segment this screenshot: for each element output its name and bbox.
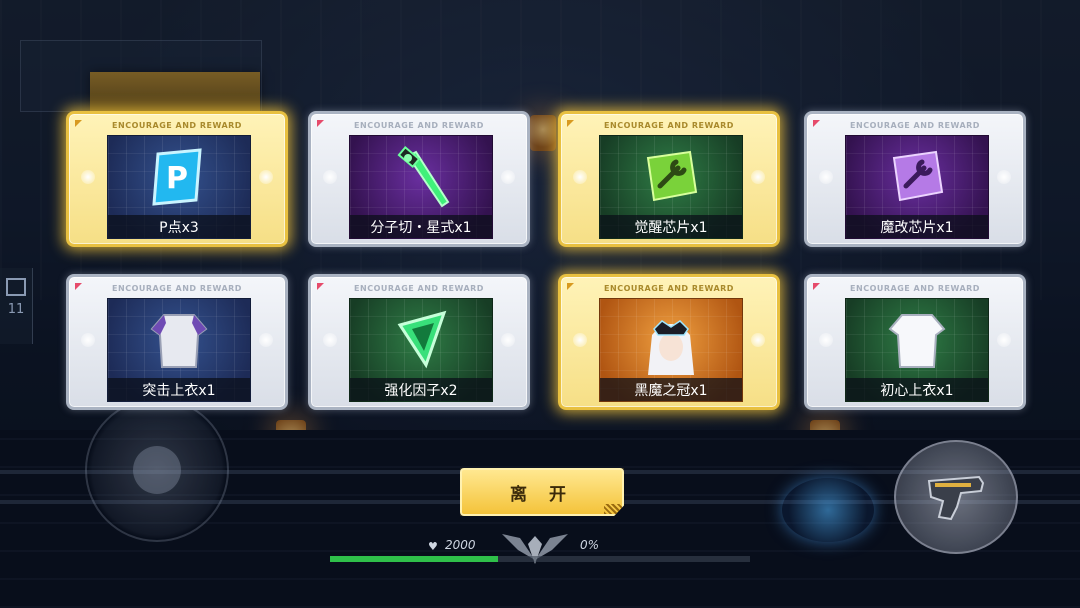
card-tag: ENCOURAGE AND REWARD [604,121,734,130]
card-tag: ENCOURAGE AND REWARD [850,121,980,130]
reward-label: 分子切・星式x1 [350,215,492,238]
reward-art: P P点x3 [107,135,251,239]
reward-art: 魔改芯片x1 [845,135,989,239]
reward-card[interactable]: ENCOURAGE AND REWARD 觉醒芯片x1 [558,111,780,247]
card-tag: ENCOURAGE AND REWARD [354,284,484,293]
side-item-count: 11 [7,302,25,317]
card-glow-left [81,170,95,184]
cube-icon [6,278,26,296]
reward-card[interactable]: ENCOURAGE AND REWARD P P点x3 [66,111,288,247]
card-tag: ENCOURAGE AND REWARD [604,284,734,293]
card-glow-right [259,333,273,347]
wrench-chip-icon [892,150,944,202]
heart-icon: ♥ [428,540,438,553]
reward-art: 分子切・星式x1 [349,135,493,239]
reward-art: 初心上衣x1 [845,298,989,402]
card-glow-right [751,170,765,184]
skill-button[interactable] [782,478,874,542]
green-crystal-icon [397,310,447,369]
svg-text:P: P [166,161,188,196]
card-glow-right [501,333,515,347]
reward-art: 觉醒芯片x1 [599,135,743,239]
reward-card[interactable]: ENCOURAGE AND REWARD 分子切・星式x1 [308,111,530,247]
card-glow-right [259,170,273,184]
percent-value: 0% [580,538,600,552]
reward-card[interactable]: ENCOURAGE AND REWARD 强化因子x2 [308,274,530,410]
card-tag: ENCOURAGE AND REWARD [850,284,980,293]
hp-bar-fill [330,556,498,562]
white-shirt-icon [888,314,946,368]
reward-label: 初心上衣x1 [846,378,988,401]
card-glow-right [751,333,765,347]
energy-sword-icon [397,145,450,208]
reward-label: 魔改芯片x1 [846,215,988,238]
card-tag: ENCOURAGE AND REWARD [112,121,242,130]
reward-card[interactable]: ENCOURAGE AND REWARD 突击上衣x1 [66,274,288,410]
hp-value: 2000 [445,538,476,552]
card-glow-right [501,170,515,184]
reward-label: 觉醒芯片x1 [600,215,742,238]
card-tag: ENCOURAGE AND REWARD [354,121,484,130]
raglan-shirt-icon [150,314,208,368]
dark-crown-icon [648,320,694,375]
movement-joystick[interactable] [85,398,229,542]
reward-card[interactable]: ENCOURAGE AND REWARD 黑魔之冠x1 [558,274,780,410]
fire-button[interactable] [894,440,1018,554]
card-glow-right [997,333,1011,347]
reward-label: 强化因子x2 [350,378,492,401]
reward-card[interactable]: ENCOURAGE AND REWARD 魔改芯片x1 [804,111,1026,247]
card-glow-left [81,333,95,347]
joystick-knob[interactable] [133,446,181,494]
card-glow-left [323,333,337,347]
p-point-icon: P [152,148,202,206]
card-glow-left [573,170,587,184]
card-tag: ENCOURAGE AND REWARD [112,284,242,293]
reward-label: P点x3 [108,215,250,238]
reward-art: 强化因子x2 [349,298,493,402]
player-status: ♥ 2000 0% [330,530,750,570]
wrench-chip-icon [646,150,698,202]
leave-button[interactable]: 离 开 [460,468,624,516]
reward-card[interactable]: ENCOURAGE AND REWARD 初心上衣x1 [804,274,1026,410]
card-glow-left [573,333,587,347]
reward-art: 突击上衣x1 [107,298,251,402]
card-glow-left [323,170,337,184]
card-glow-right [997,170,1011,184]
reward-label: 突击上衣x1 [108,378,250,401]
reward-label: 黑魔之冠x1 [600,378,742,401]
card-glow-left [819,333,833,347]
hp-bar [330,556,750,562]
leave-button-label: 离 开 [510,484,574,505]
reward-art: 黑魔之冠x1 [599,298,743,402]
pistol-icon [927,475,985,521]
side-item-panel[interactable]: 11 [0,268,33,344]
card-glow-left [819,170,833,184]
